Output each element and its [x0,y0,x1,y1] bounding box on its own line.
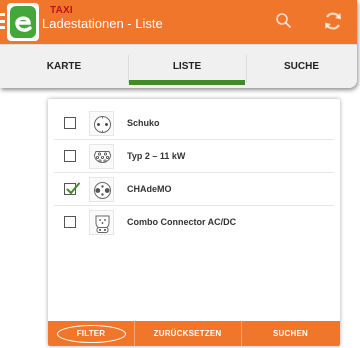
refresh-icon[interactable] [321,9,345,33]
page-title: Ladestationen - Liste [42,16,163,31]
filter-row-chademo[interactable]: CHAdeMO [48,173,340,206]
filter-panel: Schuko Typ 2 – 11 kW CHAdeMO Combo Conne… [48,99,340,346]
checkmark-icon [66,182,80,194]
tab-suche[interactable]: SUCHE [246,45,357,88]
drawer-icon[interactable] [0,13,5,29]
filter-action-bar: FILTER ZURÜCKSETZEN SUCHEN [48,321,340,346]
highlight-ring [57,325,126,343]
reset-button-label: ZURÜCKSETZEN [153,329,222,338]
checkbox[interactable] [64,216,76,228]
tab-karte[interactable]: KARTE [0,45,128,88]
app-header-card: TAXI Ladestationen - Liste KARTE LISTE S… [0,0,357,88]
checkbox[interactable] [64,150,76,162]
app-logo-e-icon [7,3,39,41]
app-subtitle: TAXI [50,5,73,16]
search-icon[interactable] [274,11,294,31]
filter-row-combo[interactable]: Combo Connector AC/DC [48,206,340,239]
search-button[interactable]: SUCHEN [241,321,340,346]
filter-row-typ2[interactable]: Typ 2 – 11 kW [48,140,340,173]
reset-button[interactable]: ZURÜCKSETZEN [134,321,241,346]
filter-label: Schuko [127,118,160,128]
chademo-plug-icon [89,177,114,202]
filter-row-schuko[interactable]: Schuko [48,107,340,140]
search-button-label: SUCHEN [273,329,308,338]
filter-label: Combo Connector AC/DC [127,217,237,227]
app-bar: TAXI Ladestationen - Liste [0,0,357,44]
checkbox[interactable] [64,117,76,129]
checkbox-checked[interactable] [64,182,80,195]
tab-bar: KARTE LISTE SUCHE [0,44,357,88]
schuko-plug-icon [89,111,114,136]
combo-plug-icon [89,210,114,235]
filter-label: CHAdeMO [127,184,172,194]
filter-label: Typ 2 – 11 kW [127,151,186,161]
type2-plug-icon [89,144,114,169]
active-tab-indicator [129,80,245,85]
